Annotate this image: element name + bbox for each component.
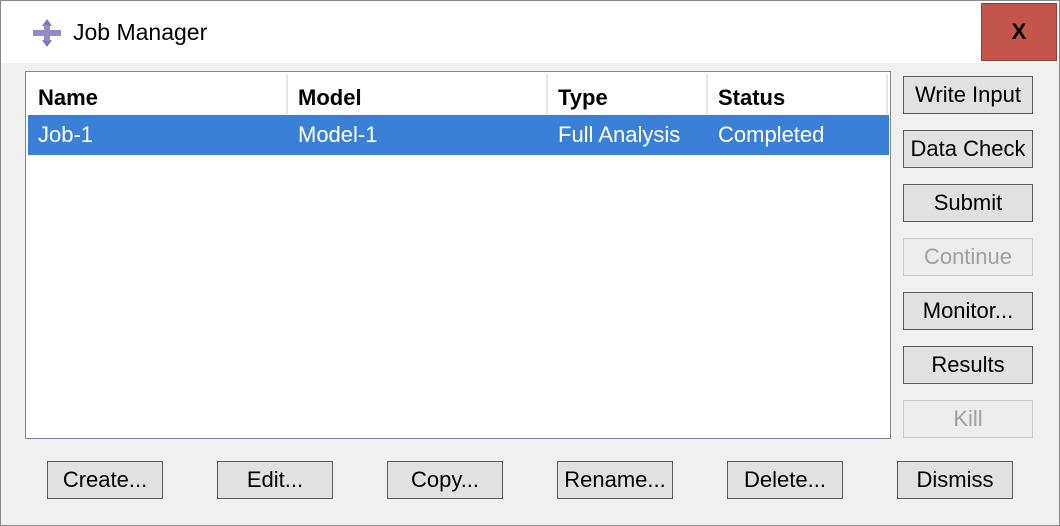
cell-model: Model-1 [298, 122, 378, 147]
copy-button[interactable]: Copy... [387, 461, 503, 499]
close-button[interactable]: X [981, 3, 1057, 61]
delete-button[interactable]: Delete... [727, 461, 843, 499]
rename-button[interactable]: Rename... [557, 461, 673, 499]
column-header-name[interactable]: Name [28, 74, 288, 114]
write-input-button[interactable]: Write Input [903, 76, 1033, 114]
data-check-button[interactable]: Data Check [903, 130, 1033, 168]
cell-type: Full Analysis [558, 122, 681, 147]
monitor-button[interactable]: Monitor... [903, 292, 1033, 330]
cell-status: Completed [718, 122, 825, 147]
kill-button[interactable]: Kill [903, 400, 1033, 438]
table-header: Name Model Type Status [28, 74, 890, 114]
jobs-table[interactable]: Name Model Type Status Job-1 Model-1 Ful… [25, 71, 891, 439]
job-manager-window: Job Manager X Name Model Type Status Job… [0, 0, 1060, 526]
results-button[interactable]: Results [903, 346, 1033, 384]
column-header-type[interactable]: Type [548, 74, 708, 114]
continue-button[interactable]: Continue [903, 238, 1033, 276]
table-row[interactable]: Job-1 Model-1 Full Analysis Completed [28, 115, 889, 155]
close-icon: X [1011, 19, 1027, 44]
cell-name: Job-1 [38, 122, 94, 147]
column-header-model[interactable]: Model [288, 74, 548, 114]
window-title: Job Manager [73, 19, 208, 45]
edit-button[interactable]: Edit... [217, 461, 333, 499]
app-icon [33, 19, 61, 47]
submit-button[interactable]: Submit [903, 184, 1033, 222]
dismiss-button[interactable]: Dismiss [897, 461, 1013, 499]
title-bar[interactable]: Job Manager X [1, 1, 1059, 63]
column-header-status[interactable]: Status [708, 74, 888, 114]
create-button[interactable]: Create... [47, 461, 163, 499]
